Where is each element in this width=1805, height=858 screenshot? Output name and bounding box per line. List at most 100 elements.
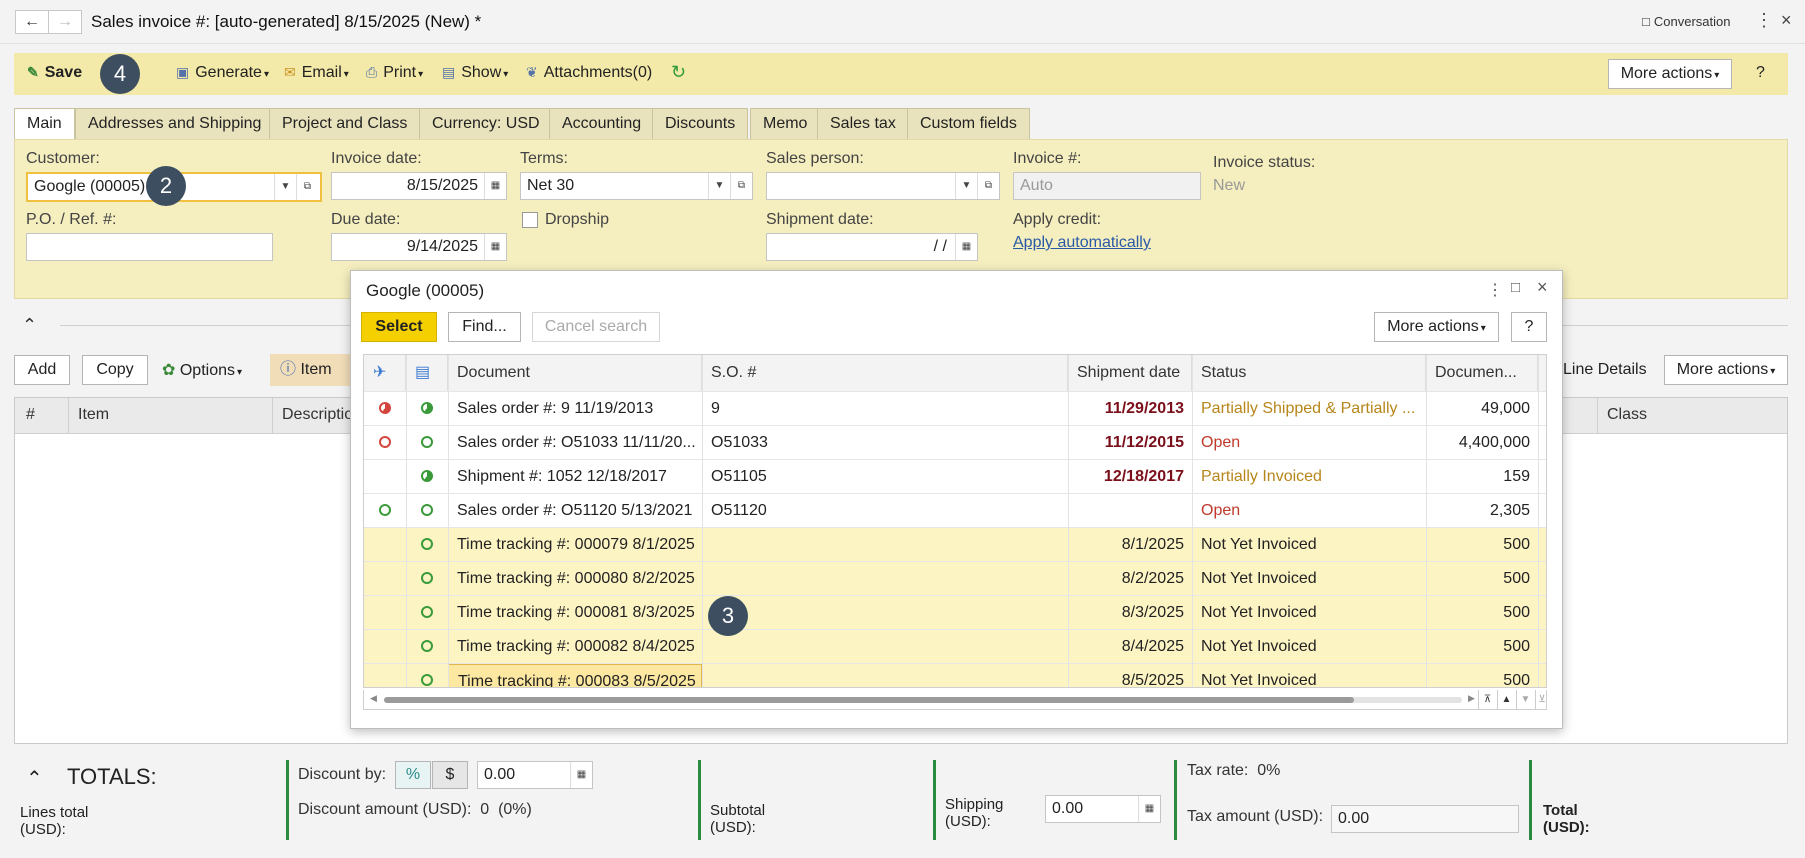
sales-person-field[interactable]: ▼ ⧉ (766, 172, 1000, 200)
lines-more-actions-label: More actions (1676, 361, 1769, 378)
tab-accounting[interactable]: Accounting (549, 108, 655, 140)
col-shipment-date[interactable]: Shipment date (1068, 355, 1192, 391)
find-button[interactable]: Find... (448, 312, 521, 342)
item-button[interactable]: ⓘ Item (270, 354, 350, 386)
table-row[interactable]: Time tracking #: 000080 8/2/2025 8/2/2025… (364, 561, 1546, 595)
status-dot-icon (421, 640, 433, 652)
dialog-help-button[interactable]: ? (1511, 312, 1547, 342)
refresh-icon[interactable]: ↻ (671, 62, 686, 83)
scroll-right-icon[interactable]: ▶ (1468, 693, 1475, 704)
tab-currency[interactable]: Currency: USD (419, 108, 553, 140)
apply-automatically-link[interactable]: Apply automatically (1013, 234, 1151, 252)
col-document[interactable]: Document (448, 355, 702, 391)
maximize-icon[interactable]: □ (1511, 279, 1520, 296)
calculator-icon[interactable]: ▦ (1138, 796, 1160, 822)
forward-button[interactable]: → (48, 10, 82, 34)
table-row[interactable]: Time tracking #: 000083 8/5/2025 8/5/2025… (364, 663, 1546, 687)
tab-discounts[interactable]: Discounts (652, 108, 749, 140)
help-button[interactable]: ? (1756, 64, 1765, 82)
open-link-icon[interactable]: ⧉ (296, 174, 318, 200)
chevron-down-icon[interactable]: ▼ (708, 173, 730, 199)
print-menu[interactable]: ⎙ Print ▾ (366, 64, 423, 82)
line-details-button[interactable]: Line Details (1563, 361, 1647, 379)
table-row[interactable]: Sales order #: 9 11/19/2013 9 11/29/2013 Pa… (364, 391, 1546, 425)
back-button[interactable]: ← (15, 10, 49, 34)
kebab-menu-icon[interactable]: ⋮ (1755, 10, 1773, 31)
col-clipboard-icon[interactable]: ▤ (406, 355, 448, 391)
generate-label: Generate (195, 64, 262, 81)
kebab-menu-icon[interactable]: ⋮ (1487, 280, 1503, 300)
more-actions-button[interactable]: More actions ▾ (1608, 59, 1732, 89)
so-cell (702, 664, 1068, 687)
invoice-no-field[interactable]: Auto (1013, 172, 1201, 200)
email-label: Email (301, 64, 342, 81)
shipping-input[interactable]: 0.00 ▦ (1045, 795, 1161, 823)
col-document-amount[interactable]: Documen... (1426, 355, 1538, 391)
scrollbar-thumb[interactable] (384, 697, 1354, 703)
close-icon[interactable]: × (1781, 10, 1792, 31)
open-link-icon[interactable]: ⧉ (977, 173, 999, 199)
calendar-icon[interactable]: ▦ (484, 234, 506, 260)
save-button[interactable]: ✎ Save (27, 64, 82, 82)
tab-memo[interactable]: Memo (750, 108, 821, 140)
generate-menu[interactable]: ▣ Generate ▾ (176, 64, 269, 82)
col-status[interactable]: Status (1192, 355, 1426, 391)
collapse-totals-icon[interactable]: ⌃ (26, 766, 43, 791)
document-cell: Sales order #: O51120 5/13/2021 (457, 502, 693, 519)
tab-sales-tax[interactable]: Sales tax (817, 108, 909, 140)
invoice-date-field[interactable]: 8/15/2025 ▦ (331, 172, 507, 200)
chevron-down-icon[interactable]: ▼ (274, 174, 296, 200)
open-link-icon[interactable]: ⧉ (730, 173, 752, 199)
calendar-icon[interactable]: ▦ (484, 173, 506, 199)
dropship-checkbox[interactable] (522, 212, 538, 228)
select-button[interactable]: Select (361, 312, 437, 342)
cancel-search-button[interactable]: Cancel search (532, 312, 660, 342)
scroll-left-icon[interactable]: ◀ (370, 693, 377, 704)
last-page-icon[interactable]: ⊻ (1535, 690, 1548, 709)
calendar-icon[interactable]: ▦ (955, 234, 977, 260)
options-menu[interactable]: ✿ Options ▾ (162, 360, 242, 380)
dialog-more-actions-button[interactable]: More actions ▾ (1374, 312, 1499, 342)
col-so[interactable]: S.O. # (702, 355, 1068, 391)
lines-more-actions-button[interactable]: More actions ▾ (1664, 355, 1788, 385)
status-dot-icon (421, 572, 433, 584)
table-row[interactable]: Sales order #: O51120 5/13/2021 O51120 Ope… (364, 493, 1546, 527)
first-page-icon[interactable]: ⊼ (1478, 690, 1496, 709)
col-class[interactable]: Class (1607, 406, 1647, 424)
discount-percent-toggle[interactable]: % (395, 761, 431, 789)
dialog-title: Google (00005) (366, 281, 485, 300)
close-icon[interactable]: × (1537, 277, 1548, 298)
col-num[interactable]: # (26, 406, 35, 424)
col-description[interactable]: Descriptio (282, 406, 353, 424)
conversation-button[interactable]: □ Conversation (1642, 14, 1730, 29)
calculator-icon[interactable]: ▦ (570, 762, 592, 788)
email-menu[interactable]: ✉ Email ▾ (284, 64, 349, 82)
table-row[interactable]: Time tracking #: 000081 8/3/2025 8/3/2025… (364, 595, 1546, 629)
show-menu[interactable]: ▤ Show ▾ (442, 64, 508, 82)
horizontal-scrollbar[interactable] (384, 697, 1462, 703)
table-row[interactable]: Sales order #: O51033 11/11/20... O51033 1… (364, 425, 1546, 459)
discount-dollar-toggle[interactable]: $ (432, 761, 468, 789)
tab-addresses-shipping[interactable]: Addresses and Shipping (75, 108, 275, 140)
attachments-button[interactable]: ❦ Attachments(0) (526, 64, 652, 82)
table-row[interactable]: Time tracking #: 000079 8/1/2025 8/1/2025… (364, 527, 1546, 561)
prev-page-icon[interactable]: ▲ (1497, 690, 1515, 709)
col-item[interactable]: Item (78, 406, 109, 424)
document-lookup-dialog: Google (00005) ⋮ □ × Select Find... Canc… (350, 270, 1563, 729)
shipment-date-field[interactable]: / / ▦ (766, 233, 978, 261)
table-row[interactable]: Time tracking #: 000082 8/4/2025 8/4/2025… (364, 629, 1546, 663)
next-page-icon[interactable]: ▼ (1516, 690, 1534, 709)
add-button[interactable]: Add (14, 355, 70, 385)
po-input[interactable] (26, 233, 273, 261)
discount-input[interactable]: 0.00 ▦ (477, 761, 593, 789)
col-plane-icon[interactable]: ✈ (364, 355, 406, 391)
table-row[interactable]: Shipment #: 1052 12/18/2017 O51105 12/18/2… (364, 459, 1546, 493)
copy-button[interactable]: Copy (82, 355, 148, 385)
tab-project-class[interactable]: Project and Class (269, 108, 421, 140)
chevron-down-icon[interactable]: ▼ (955, 173, 977, 199)
tab-main[interactable]: Main (14, 108, 75, 140)
tab-custom-fields[interactable]: Custom fields (907, 108, 1030, 140)
terms-field[interactable]: Net 30 ▼ ⧉ (520, 172, 753, 200)
due-date-field[interactable]: 9/14/2025 ▦ (331, 233, 507, 261)
collapse-chevron-icon[interactable]: ⌃ (22, 315, 37, 336)
